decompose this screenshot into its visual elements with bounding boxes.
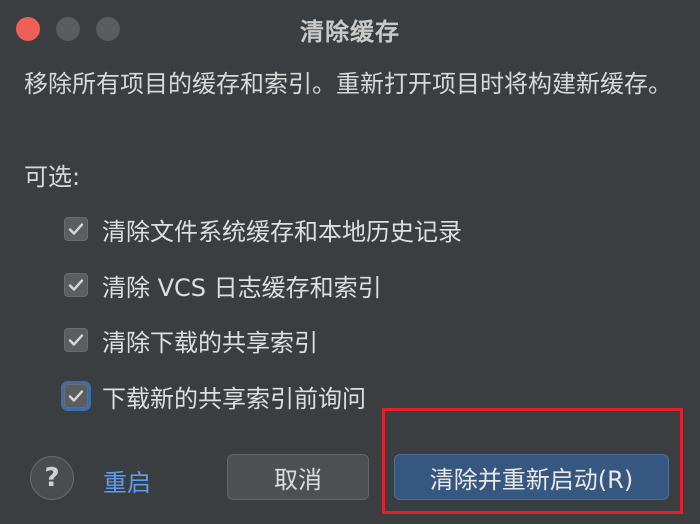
option-clear-filesystem-cache[interactable]: 清除文件系统缓存和本地历史记录 (64, 212, 462, 246)
clear-cache-dialog: 清除缓存 移除所有项目的缓存和索引。重新打开项目时将构建新缓存。 可选: 清除文… (0, 0, 700, 524)
checkbox-checked-icon[interactable] (64, 328, 88, 352)
option-label: 清除文件系统缓存和本地历史记录 (102, 217, 462, 246)
option-label: 下载新的共享索引前询问 (102, 384, 366, 413)
title-bar: 清除缓存 (0, 0, 700, 56)
option-label: 清除下载的共享索引 (102, 328, 318, 357)
option-clear-shared-indexes[interactable]: 清除下载的共享索引 (64, 323, 318, 357)
checkbox-checked-icon[interactable] (64, 273, 88, 297)
help-icon: ? (44, 463, 60, 493)
clear-and-restart-button[interactable]: 清除并重新启动(R) (394, 454, 669, 500)
description-text: 移除所有项目的缓存和索引。重新打开项目时将构建新缓存。 (24, 70, 672, 98)
restart-link[interactable]: 重启 (103, 463, 151, 498)
option-ask-before-download-shared-indexes[interactable]: 下载新的共享索引前询问 (64, 379, 366, 413)
optional-label: 可选: (24, 163, 81, 191)
dialog-title: 清除缓存 (300, 18, 400, 46)
help-button[interactable]: ? (30, 456, 74, 500)
checkbox-checked-icon[interactable] (64, 384, 88, 408)
cancel-button[interactable]: 取消 (227, 454, 369, 500)
option-clear-vcs-log-cache[interactable]: 清除 VCS 日志缓存和索引 (64, 268, 382, 302)
checkbox-checked-icon[interactable] (64, 217, 88, 241)
option-label: 清除 VCS 日志缓存和索引 (102, 273, 382, 302)
